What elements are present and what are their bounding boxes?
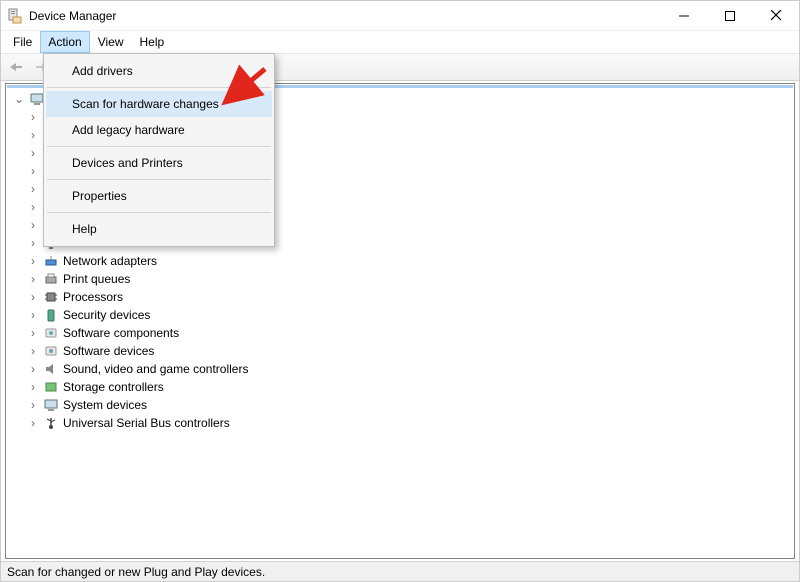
menu-item-properties[interactable]: Properties [46, 183, 272, 209]
tree-category[interactable]: Print queues [13, 270, 793, 288]
usb-icon [43, 415, 59, 431]
menu-file[interactable]: File [5, 31, 40, 53]
tree-category[interactable]: Software components [13, 324, 793, 342]
menu-action[interactable]: Action [40, 31, 89, 53]
tree-category-label: Print queues [63, 270, 130, 288]
system-icon [43, 397, 59, 413]
tree-category[interactable]: System devices [13, 396, 793, 414]
window-title: Device Manager [29, 9, 661, 23]
menu-item-add-legacy-hardware[interactable]: Add legacy hardware [46, 117, 272, 143]
chevron-right-icon[interactable] [27, 108, 39, 126]
tree-category[interactable]: Universal Serial Bus controllers [13, 414, 793, 432]
tree-category[interactable]: Software devices [13, 342, 793, 360]
chevron-right-icon[interactable] [27, 306, 39, 324]
status-text: Scan for changed or new Plug and Play de… [7, 565, 265, 579]
tree-category-label: System devices [63, 396, 147, 414]
minimize-button[interactable] [661, 1, 707, 31]
tree-category-label: Network adapters [63, 252, 157, 270]
menu-item-add-drivers[interactable]: Add drivers [46, 58, 272, 84]
tree-category-label: Software devices [63, 342, 154, 360]
chevron-right-icon[interactable] [27, 216, 39, 234]
softdev-icon [43, 343, 59, 359]
maximize-button[interactable] [707, 1, 753, 31]
chevron-right-icon[interactable] [27, 234, 39, 252]
menu-item-devices-and-printers[interactable]: Devices and Printers [46, 150, 272, 176]
chevron-right-icon[interactable] [27, 324, 39, 342]
menu-separator [47, 179, 271, 180]
chevron-right-icon[interactable] [27, 378, 39, 396]
chevron-down-icon[interactable] [13, 90, 25, 108]
menu-item-scan-for-hardware-changes[interactable]: Scan for hardware changes [46, 91, 272, 117]
menubar: FileActionViewHelp [1, 31, 799, 53]
chevron-right-icon[interactable] [27, 342, 39, 360]
chevron-right-icon[interactable] [27, 360, 39, 378]
chevron-right-icon[interactable] [27, 414, 39, 432]
tree-category-label: Software components [63, 324, 179, 342]
menu-separator [47, 87, 271, 88]
back-button[interactable] [5, 56, 27, 78]
tree-category[interactable]: Security devices [13, 306, 793, 324]
tree-category-label: Universal Serial Bus controllers [63, 414, 230, 432]
sound-icon [43, 361, 59, 377]
chevron-right-icon[interactable] [27, 126, 39, 144]
softcomp-icon [43, 325, 59, 341]
tree-category[interactable]: Storage controllers [13, 378, 793, 396]
titlebar: Device Manager [1, 1, 799, 31]
tree-category-label: Storage controllers [63, 378, 164, 396]
storage-icon [43, 379, 59, 395]
statusbar: Scan for changed or new Plug and Play de… [1, 561, 799, 581]
chevron-right-icon[interactable] [27, 270, 39, 288]
tree-category-label: Processors [63, 288, 123, 306]
menu-view[interactable]: View [90, 31, 132, 53]
menu-separator [47, 146, 271, 147]
tree-category-label: Sound, video and game controllers [63, 360, 248, 378]
action-menu-dropdown: Add drivers Scan for hardware changesAdd … [43, 53, 275, 247]
tree-category-label: Security devices [63, 306, 150, 324]
chevron-right-icon[interactable] [27, 144, 39, 162]
network-icon [43, 253, 59, 269]
chevron-right-icon[interactable] [27, 396, 39, 414]
close-button[interactable] [753, 1, 799, 31]
menu-help[interactable]: Help [132, 31, 173, 53]
window-controls [661, 1, 799, 31]
cpu-icon [43, 289, 59, 305]
print-icon [43, 271, 59, 287]
chevron-right-icon[interactable] [27, 288, 39, 306]
menu-separator [47, 212, 271, 213]
tree-category[interactable]: Sound, video and game controllers [13, 360, 793, 378]
chevron-right-icon[interactable] [27, 252, 39, 270]
tree-category[interactable]: Network adapters [13, 252, 793, 270]
security-icon [43, 307, 59, 323]
menu-item-help[interactable]: Help [46, 216, 272, 242]
chevron-right-icon[interactable] [27, 180, 39, 198]
chevron-right-icon[interactable] [27, 162, 39, 180]
chevron-right-icon[interactable] [27, 198, 39, 216]
tree-category[interactable]: Processors [13, 288, 793, 306]
app-icon [7, 8, 23, 24]
